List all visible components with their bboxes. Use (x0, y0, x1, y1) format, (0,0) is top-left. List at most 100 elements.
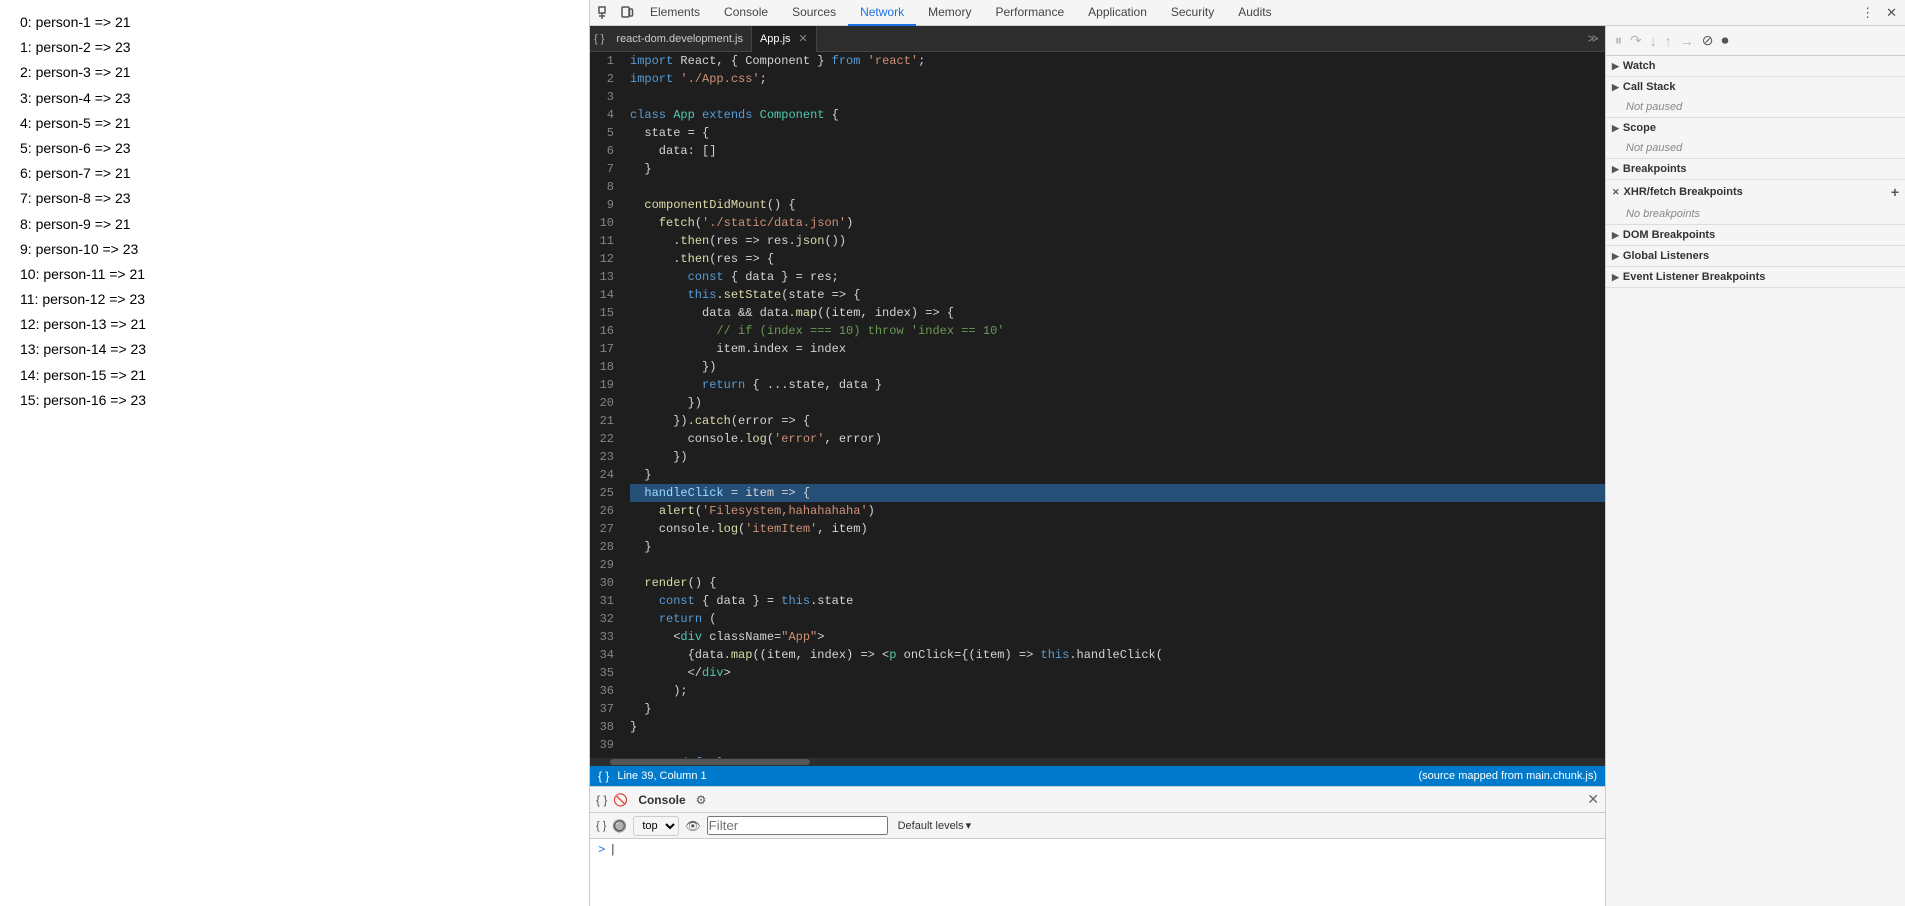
list-item: 1: person-2 => 23 (20, 35, 569, 60)
tab-network[interactable]: Network (848, 0, 916, 26)
code-line-38: } (630, 718, 1605, 736)
console-chevron: > (598, 843, 605, 857)
console-input-cursor: | (609, 843, 616, 857)
section-call-stack: ▶ Call Stack Not paused (1606, 77, 1905, 118)
console-icon: { } (596, 793, 607, 807)
code-line-2: import './App.css'; (630, 70, 1605, 88)
file-tab-app-js[interactable]: App.js ✕ (752, 26, 817, 52)
close-devtools-button[interactable]: ✕ (1882, 3, 1901, 23)
line-numbers: 1234567891011121314151617181920212223242… (590, 52, 622, 758)
horizontal-scrollbar[interactable] (590, 758, 1605, 766)
console-toolbar: { } 🚫 Console ⚙ ✕ (590, 787, 1605, 813)
section-scope-label: Scope (1623, 122, 1656, 134)
tab-console[interactable]: Console (712, 0, 780, 26)
tab-audits[interactable]: Audits (1226, 0, 1283, 26)
code-line-23: }) (630, 448, 1605, 466)
app-list: 0: person-1 => 211: person-2 => 232: per… (20, 10, 569, 413)
console-prompt[interactable]: > | (598, 841, 1597, 859)
xhr-breakpoints-add-button[interactable]: + (1891, 184, 1899, 200)
section-xhr-breakpoints-header[interactable]: ✕ XHR/fetch Breakpoints + (1606, 180, 1905, 204)
list-item: 9: person-10 => 23 (20, 237, 569, 262)
tab-memory[interactable]: Memory (916, 0, 983, 26)
file-tab-react-dom[interactable]: react-dom.development.js (608, 26, 752, 52)
step-out-button[interactable]: ↑ (1662, 31, 1675, 51)
section-event-breakpoints: ▶ Event Listener Breakpoints (1606, 267, 1905, 288)
devtools-toolbar: Elements Console Sources Network Memory … (590, 0, 1905, 26)
step-button[interactable]: → (1677, 31, 1697, 51)
console-tab-label: Console (634, 793, 689, 807)
tab-performance[interactable]: Performance (983, 0, 1076, 26)
section-event-breakpoints-header[interactable]: ▶ Event Listener Breakpoints (1606, 267, 1905, 287)
console-preserve-log-button[interactable]: 🔘 (610, 817, 629, 835)
list-item: 15: person-16 => 23 (20, 388, 569, 413)
tab-security[interactable]: Security (1159, 0, 1226, 26)
list-item: 0: person-1 => 21 (20, 10, 569, 35)
list-item: 5: person-6 => 23 (20, 136, 569, 161)
tab-sources[interactable]: Sources (780, 0, 848, 26)
section-xhr-arrow: ✕ (1612, 187, 1620, 198)
section-global-listeners-header[interactable]: ▶ Global Listeners (1606, 246, 1905, 266)
code-editor[interactable]: 1234567891011121314151617181920212223242… (590, 52, 1605, 758)
console-levels-button[interactable]: Default levels ▾ (892, 817, 978, 834)
list-item: 4: person-5 => 21 (20, 111, 569, 136)
section-event-label: Event Listener Breakpoints (1623, 271, 1765, 283)
pause-resume-button[interactable]: ⏸ (1612, 30, 1625, 51)
step-into-button[interactable]: ↓ (1647, 31, 1660, 51)
section-call-stack-header[interactable]: ▶ Call Stack (1606, 77, 1905, 97)
code-line-12: .then(res => { (630, 250, 1605, 268)
section-breakpoints-arrow: ▶ (1612, 164, 1619, 175)
code-content: import React, { Component } from 'react'… (622, 52, 1605, 758)
code-line-24: } (630, 466, 1605, 484)
section-call-stack-content: Not paused (1606, 97, 1905, 117)
section-global-label: Global Listeners (1623, 250, 1709, 262)
status-source-map: (source mapped from main.chunk.js) (1418, 770, 1597, 782)
console-eye-button[interactable]: 👁 (683, 817, 702, 835)
section-dom-arrow: ▶ (1612, 230, 1619, 241)
section-watch-label: Watch (1623, 60, 1656, 72)
scrollbar-thumb (610, 759, 810, 765)
close-app-tab-button[interactable]: ✕ (799, 32, 808, 45)
console-settings-icon[interactable]: ⚙ (694, 791, 709, 809)
code-line-33: <div className="App"> (630, 628, 1605, 646)
console-context-select[interactable]: top (633, 816, 679, 836)
console-levels-arrow: ▾ (966, 819, 972, 832)
section-breakpoints-header[interactable]: ▶ Breakpoints (1606, 159, 1905, 179)
tab-application[interactable]: Application (1076, 0, 1159, 26)
console-close-button[interactable]: ✕ (1587, 791, 1599, 808)
console-content[interactable]: > | (590, 839, 1605, 906)
section-watch-header[interactable]: ▶ Watch (1606, 56, 1905, 76)
code-line-7: } (630, 160, 1605, 178)
code-line-14: this.setState(state => { (630, 286, 1605, 304)
section-call-stack-label: Call Stack (1623, 81, 1676, 93)
section-scope-header[interactable]: ▶ Scope (1606, 118, 1905, 138)
deactivate-breakpoints-button[interactable]: ⊘ (1699, 30, 1717, 51)
section-breakpoints: ▶ Breakpoints (1606, 159, 1905, 180)
code-line-5: state = { (630, 124, 1605, 142)
console-toolbar-icon: { } (596, 820, 606, 832)
status-brace-icon[interactable]: { } (598, 769, 609, 783)
code-line-39 (630, 736, 1605, 754)
debugger-panel: ⏸ ↷ ↓ ↑ → ⊘ ⏺ ▶ Watch (1605, 26, 1905, 906)
pause-on-exceptions-button[interactable]: ⏺ (1718, 30, 1731, 51)
console-clear-button[interactable]: 🚫 (611, 791, 630, 809)
tab-elements[interactable]: Elements (638, 0, 712, 26)
device-toggle-button[interactable] (616, 4, 638, 22)
list-item: 6: person-7 => 21 (20, 161, 569, 186)
expand-tabs-icon[interactable]: ≫ (1581, 32, 1605, 45)
xhr-breakpoints-note: No breakpoints (1606, 204, 1905, 224)
code-line-17: item.index = index (630, 340, 1605, 358)
step-over-button[interactable]: ↷ (1627, 30, 1645, 51)
code-line-34: {data.map((item, index) => <p onClick={(… (630, 646, 1605, 664)
code-line-19: return { ...state, data } (630, 376, 1605, 394)
more-options-button[interactable]: ⋮ (1857, 3, 1878, 23)
code-line-4: class App extends Component { (630, 106, 1605, 124)
sources-pane: { } react-dom.development.js App.js ✕ ≫ … (590, 26, 1605, 786)
list-item: 12: person-13 => 21 (20, 312, 569, 337)
list-item: 13: person-14 => 23 (20, 337, 569, 362)
section-breakpoints-label: Breakpoints (1623, 163, 1687, 175)
section-dom-breakpoints-header[interactable]: ▶ DOM Breakpoints (1606, 225, 1905, 245)
console-filter-input[interactable] (707, 816, 888, 835)
section-event-arrow: ▶ (1612, 272, 1619, 283)
inspect-element-button[interactable] (594, 4, 616, 22)
status-bar: { } Line 39, Column 1 (source mapped fro… (590, 766, 1605, 786)
